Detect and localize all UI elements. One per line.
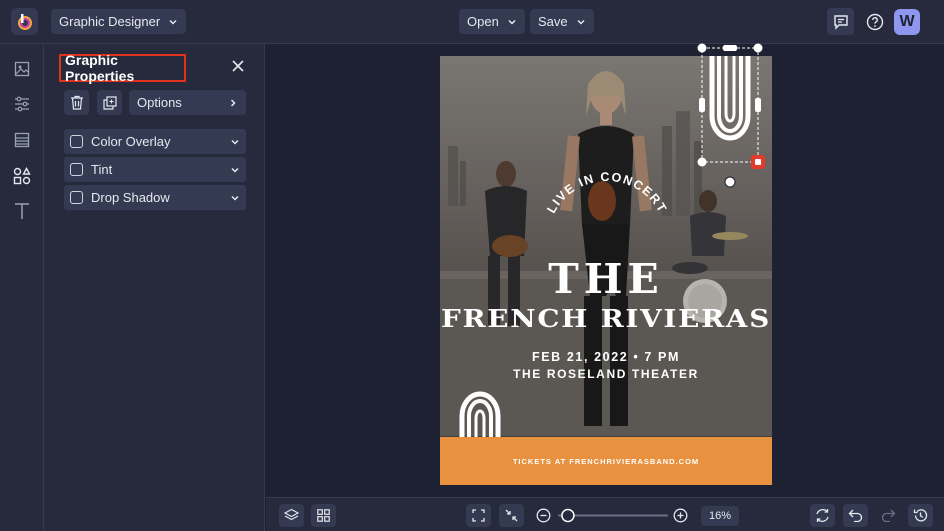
zoom-in-icon[interactable]: [673, 508, 688, 523]
poster-footer-text: TICKETS AT FRENCHRIVIERASBAND.COM: [513, 457, 699, 466]
duplicate-icon: [102, 95, 117, 110]
undo-icon: [848, 509, 863, 522]
chevron-right-icon: [230, 98, 236, 107]
rail-item-graphics[interactable]: [10, 164, 34, 188]
logo-icon: [17, 13, 32, 30]
shrink-button[interactable]: [499, 504, 524, 527]
app-menu-dropdown[interactable]: Graphic Designer: [51, 9, 187, 34]
chevron-down-icon[interactable]: [230, 137, 240, 147]
redo-button[interactable]: [876, 504, 901, 527]
zoom-level[interactable]: 16%: [701, 506, 739, 526]
layers-button[interactable]: [279, 504, 304, 527]
rail-item-adjust[interactable]: [10, 92, 34, 116]
help-button[interactable]: [861, 8, 888, 35]
user-avatar[interactable]: W: [894, 9, 920, 35]
options-button[interactable]: Options: [129, 90, 246, 115]
layout-icon: [14, 132, 30, 148]
redo-icon: [881, 509, 896, 522]
trash-icon: [70, 95, 83, 110]
bottom-bar: 16%: [266, 497, 944, 531]
color-overlay-label: Color Overlay: [91, 134, 171, 149]
resize-handle-left: [699, 98, 705, 112]
grid-button[interactable]: [311, 504, 336, 527]
undo-button[interactable]: [843, 504, 868, 527]
chevron-down-icon[interactable]: [230, 165, 240, 175]
text-icon: [15, 203, 29, 219]
chevron-down-icon[interactable]: [230, 193, 240, 203]
shrink-icon: [505, 509, 518, 522]
expand-icon: [472, 509, 485, 522]
app-menu-label: Graphic Designer: [59, 14, 161, 29]
chevron-down-icon: [577, 19, 585, 25]
tint-checkbox[interactable]: [70, 163, 83, 176]
close-panel-button[interactable]: [229, 57, 247, 75]
selection-box[interactable]: [694, 40, 774, 190]
poster-title-line1: THE: [548, 255, 664, 303]
resize-handle-tr: [753, 43, 763, 53]
comments-button[interactable]: [827, 8, 854, 35]
chevron-down-icon: [169, 19, 177, 25]
history-icon: [913, 509, 928, 522]
rail-item-image[interactable]: [10, 57, 34, 81]
open-dropdown[interactable]: Open: [459, 9, 525, 34]
poster-venue: THE ROSELAND THEATER: [513, 367, 699, 381]
color-overlay-row[interactable]: Color Overlay: [64, 129, 246, 154]
rail-item-layout[interactable]: [10, 128, 34, 152]
duplicate-button[interactable]: [97, 90, 122, 115]
left-rail: [0, 44, 44, 531]
zoom-out-icon[interactable]: [536, 508, 551, 523]
rotate-handle: [724, 176, 736, 188]
open-label: Open: [467, 14, 499, 29]
comment-icon: [833, 14, 848, 30]
adjustments-icon: [15, 96, 29, 112]
zoom-slider[interactable]: [558, 508, 668, 523]
tint-row[interactable]: Tint: [64, 157, 246, 182]
delete-button[interactable]: [64, 90, 89, 115]
rail-item-text[interactable]: [10, 199, 34, 223]
graphic-properties-panel: Graphic Properties Options Color Overlay…: [44, 44, 265, 531]
zoom-slider-knob: [561, 508, 575, 523]
resize-handle-top: [723, 45, 737, 51]
drop-shadow-label: Drop Shadow: [91, 190, 170, 205]
drop-shadow-checkbox[interactable]: [70, 191, 83, 204]
chevron-down-icon: [508, 19, 516, 25]
rotate-button[interactable]: [810, 504, 835, 527]
layers-icon: [284, 508, 299, 521]
drop-shadow-row[interactable]: Drop Shadow: [64, 185, 246, 210]
options-label: Options: [137, 95, 182, 110]
grid-icon: [317, 509, 330, 522]
app-logo[interactable]: [11, 8, 38, 35]
close-icon: [232, 60, 244, 72]
resize-handle-tl: [697, 43, 707, 53]
panel-title: Graphic Properties: [59, 52, 186, 84]
poster-date: FEB 21, 2022 • 7 PM: [532, 350, 680, 364]
tint-label: Tint: [91, 162, 113, 177]
save-label: Save: [538, 14, 568, 29]
fit-screen-button[interactable]: [466, 504, 491, 527]
help-icon: [866, 13, 883, 30]
image-icon: [14, 61, 30, 77]
top-bar: Graphic Designer Open Save W: [0, 0, 944, 44]
resize-handle-bl: [697, 157, 707, 167]
save-dropdown[interactable]: Save: [530, 9, 594, 34]
poster-title-line2: FRENCH RIVIERAS: [441, 304, 771, 333]
graphics-icon: [13, 167, 31, 185]
color-overlay-checkbox[interactable]: [70, 135, 83, 148]
refresh-icon: [816, 509, 829, 522]
history-button[interactable]: [908, 504, 933, 527]
resize-handle-right: [755, 98, 761, 112]
